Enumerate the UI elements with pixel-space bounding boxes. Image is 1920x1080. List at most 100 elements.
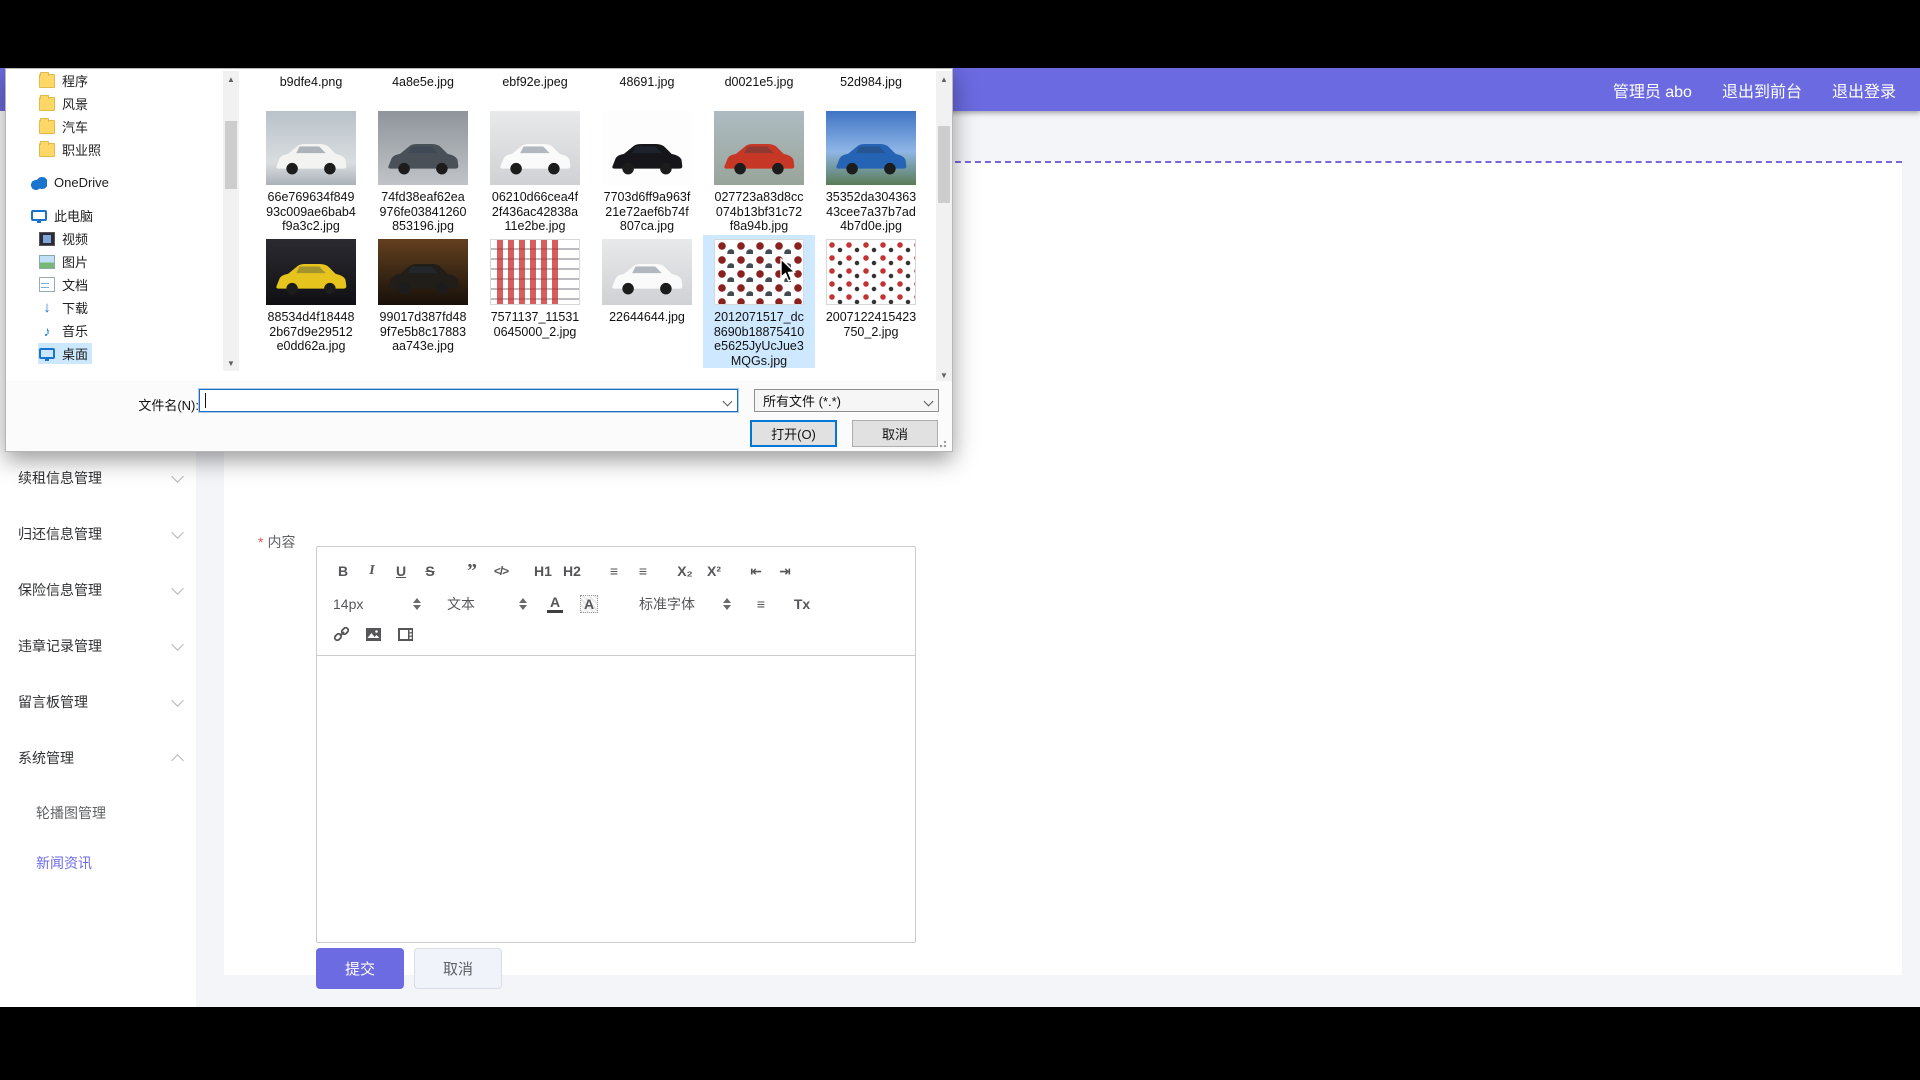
font-size-select[interactable]: 14px bbox=[333, 596, 421, 612]
tree-item[interactable]: 文档 bbox=[6, 273, 223, 296]
logout-link[interactable]: 退出登录 bbox=[1832, 78, 1896, 102]
sidebar-item[interactable]: 系统管理 bbox=[0, 730, 196, 786]
file-name[interactable]: ebf92e.jpeg bbox=[479, 75, 591, 89]
format-select[interactable]: 文本 bbox=[447, 594, 527, 614]
file-item[interactable]: 2007122415423750_2.jpg bbox=[815, 235, 927, 368]
ordered-list-icon[interactable]: ≡ bbox=[604, 561, 624, 581]
file-item[interactable]: 35352da30436343cee7a37b7ad4b7d0e.jpg bbox=[815, 107, 927, 234]
file-name[interactable]: 52d984.jpg bbox=[815, 75, 927, 89]
submit-button[interactable]: 提交 bbox=[316, 948, 404, 989]
filename-input[interactable] bbox=[199, 389, 738, 412]
superscript-icon[interactable]: X² bbox=[704, 561, 724, 581]
clear-format-icon[interactable]: Tx bbox=[792, 594, 812, 614]
file-item[interactable]: 027723a83d8cc074b13bf31c72f8a94b.jpg bbox=[703, 107, 815, 234]
text-color-icon[interactable]: A bbox=[547, 595, 563, 613]
tree-item[interactable]: 下载 bbox=[6, 296, 223, 319]
file-item[interactable]: 22644644.jpg bbox=[591, 235, 703, 368]
tree-item[interactable]: 风景 bbox=[6, 92, 223, 115]
exit-to-front-link[interactable]: 退出到前台 bbox=[1722, 78, 1802, 102]
tree-scrollbar[interactable]: ▲ ▼ bbox=[223, 71, 239, 371]
file-name: 88534d4f184482b67d9e29512e0dd62a.jpg bbox=[268, 310, 355, 354]
file-name[interactable]: d0021e5.jpg bbox=[703, 75, 815, 89]
dialog-cancel-button[interactable]: 取消 bbox=[852, 420, 938, 447]
image-icon[interactable] bbox=[365, 626, 382, 648]
link-icon[interactable] bbox=[333, 626, 350, 648]
header-1-icon[interactable]: H1 bbox=[533, 561, 553, 581]
editor-content-area[interactable] bbox=[317, 656, 915, 942]
align-icon[interactable]: ≡ bbox=[751, 594, 771, 614]
filename-label: 文件名(N): bbox=[138, 395, 199, 414]
sidebar-item[interactable]: 留言板管理 bbox=[0, 674, 196, 730]
file-thumbnail bbox=[826, 111, 916, 185]
folder-tree: 程序风景汽车职业照 OneDrive 此电脑视频图片文档下载音乐桌面 bbox=[6, 69, 223, 381]
admin-user-label: 管理员 abo bbox=[1613, 78, 1692, 102]
underline-icon[interactable]: U bbox=[391, 561, 411, 581]
strikethrough-icon[interactable]: S bbox=[420, 561, 440, 581]
italic-icon[interactable]: I bbox=[362, 561, 382, 581]
file-name[interactable]: 48691.jpg bbox=[591, 75, 703, 89]
blockquote-icon[interactable]: ” bbox=[462, 566, 482, 576]
tree-item-label: 职业照 bbox=[62, 140, 101, 159]
cancel-button[interactable]: 取消 bbox=[414, 948, 502, 989]
file-item[interactable]: 74fd38eaf62ea976fe03841260853196.jpg bbox=[367, 107, 479, 234]
rich-text-editor[interactable]: BIUS ” </> H1 H2 ≡ ≡ X₂ X² ⇤ ⇥ 14px 文本 A A 标准字体 bbox=[316, 546, 916, 943]
sidebar-subitem[interactable]: 轮播图管理 bbox=[0, 788, 196, 838]
sidebar-item[interactable]: 归还信息管理 bbox=[0, 506, 196, 562]
open-file-dialog: 程序风景汽车职业照 OneDrive 此电脑视频图片文档下载音乐桌面 ▲ ▼ b9d… bbox=[5, 68, 953, 452]
file-name: 2012071517_dc8690b18875410e5625JyUcJue3M… bbox=[714, 310, 804, 368]
file-item[interactable]: 06210d66cea4f2f436ac42838a11e2be.jpg bbox=[479, 107, 591, 234]
editor-toolbar: BIUS ” </> H1 H2 ≡ ≡ X₂ X² ⇤ ⇥ 14px 文本 A A 标准字体 bbox=[317, 547, 915, 656]
file-item[interactable]: 66e769634f84993c009ae6bab4f9a3c2.jpg bbox=[255, 107, 367, 234]
file-name[interactable]: b9dfe4.png bbox=[255, 75, 367, 89]
tree-item[interactable]: OneDrive bbox=[6, 171, 223, 194]
tree-item[interactable]: 图片 bbox=[6, 250, 223, 273]
header-2-icon[interactable]: H2 bbox=[562, 561, 582, 581]
sidebar-item-label: 违章记录管理 bbox=[18, 636, 102, 656]
open-button[interactable]: 打开(O) bbox=[750, 420, 837, 447]
code-block-icon[interactable]: </> bbox=[491, 561, 511, 581]
chevron-down-icon bbox=[171, 526, 184, 539]
folder-icon bbox=[39, 97, 55, 111]
tree-item[interactable]: 职业照 bbox=[6, 138, 223, 161]
file-item[interactable]: 7703d6ff9a963f21e72aef6b74f807ca.jpg bbox=[591, 107, 703, 234]
resize-grip[interactable] bbox=[939, 438, 949, 448]
tree-item-label: 汽车 bbox=[62, 117, 88, 136]
bold-icon[interactable]: B bbox=[333, 561, 353, 581]
file-item[interactable]: 2012071517_dc8690b18875410e5625JyUcJue3M… bbox=[703, 235, 815, 368]
background-color-icon[interactable]: A bbox=[580, 595, 598, 613]
sidebar-item[interactable]: 违章记录管理 bbox=[0, 618, 196, 674]
file-item[interactable]: 99017d387fd489f7e5b8c17883aa743e.jpg bbox=[367, 235, 479, 368]
outdent-icon[interactable]: ⇤ bbox=[746, 561, 766, 581]
video-icon[interactable] bbox=[397, 626, 414, 648]
file-name[interactable]: 4a8e5e.jpg bbox=[367, 75, 479, 89]
content-field-label: *内容 bbox=[258, 532, 295, 552]
file-item[interactable]: 7571137_115310645000_2.jpg bbox=[479, 235, 591, 368]
scrollbar-thumb[interactable] bbox=[225, 121, 237, 189]
file-name: 027723a83d8cc074b13bf31c72f8a94b.jpg bbox=[715, 190, 804, 234]
subscript-icon[interactable]: X₂ bbox=[675, 561, 695, 581]
font-family-select[interactable]: 标准字体 bbox=[639, 594, 731, 614]
tree-item-label: 图片 bbox=[62, 252, 88, 271]
tree-item[interactable]: 程序 bbox=[6, 69, 223, 92]
bullet-list-icon[interactable]: ≡ bbox=[633, 561, 653, 581]
sidebar-item[interactable]: 续租信息管理 bbox=[0, 450, 196, 506]
list-scrollbar[interactable]: ▲ ▼ bbox=[936, 71, 952, 383]
tree-item[interactable]: 视频 bbox=[6, 227, 223, 250]
file-thumbnail bbox=[602, 111, 692, 185]
chevron-down-icon[interactable] bbox=[723, 397, 733, 407]
file-item[interactable]: 88534d4f184482b67d9e29512e0dd62a.jpg bbox=[255, 235, 367, 368]
file-type-select[interactable]: 所有文件 (*.*) bbox=[754, 389, 939, 412]
scroll-up-icon[interactable]: ▲ bbox=[936, 71, 952, 87]
tree-item[interactable]: 桌面 bbox=[6, 342, 223, 365]
chevron-down-icon bbox=[924, 397, 934, 407]
scroll-up-icon[interactable]: ▲ bbox=[223, 71, 239, 87]
scroll-down-icon[interactable]: ▼ bbox=[223, 355, 239, 371]
tree-item[interactable]: 汽车 bbox=[6, 115, 223, 138]
tree-item[interactable]: 音乐 bbox=[6, 319, 223, 342]
scrollbar-thumb[interactable] bbox=[938, 126, 950, 203]
sidebar-subitem[interactable]: 新闻资讯 bbox=[0, 838, 196, 888]
indent-icon[interactable]: ⇥ bbox=[775, 561, 795, 581]
tree-item[interactable]: 此电脑 bbox=[6, 204, 223, 227]
sidebar-item[interactable]: 保险信息管理 bbox=[0, 562, 196, 618]
tree-item-label: 音乐 bbox=[62, 321, 88, 340]
